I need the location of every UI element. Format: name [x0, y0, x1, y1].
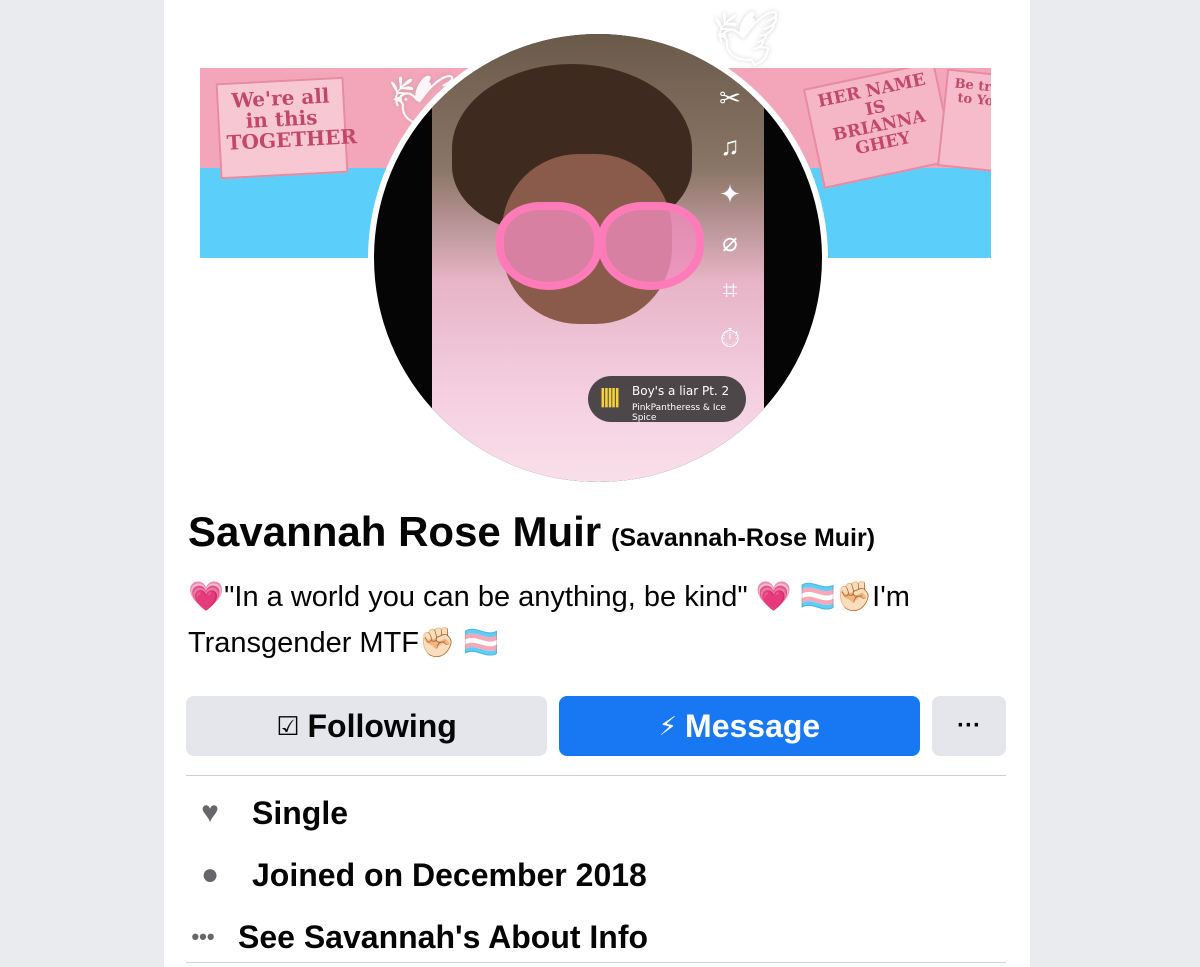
heart-lens-right	[598, 202, 704, 290]
more-icon: ···	[957, 712, 981, 739]
heart-lens-left	[496, 202, 602, 290]
song-title: Boy's a liar Pt. 2	[632, 384, 730, 398]
message-label: Message	[685, 707, 821, 744]
relationship-status: Single	[252, 794, 349, 831]
message-button[interactable]: ⚡ Message	[559, 696, 920, 756]
relationship-row: ♥ Single	[188, 788, 348, 838]
about-info-label: See Savannah's About Info	[238, 918, 649, 955]
music-note-icon: ♫	[720, 131, 740, 161]
story-editor-toolbar: ✂ ♫ ✦ ⌀ ⌗ ⏱	[710, 74, 750, 362]
crop-icon: ⌗	[722, 275, 738, 305]
music-sticker: ||||| Boy's a liar Pt. 2 PinkPantheress …	[588, 376, 746, 423]
ellipsis-icon: •••	[191, 924, 215, 949]
profile-alternate-name: (Savannah-Rose Muir)	[611, 524, 876, 552]
messenger-icon: ⚡	[658, 710, 678, 741]
following-check-icon: ☑	[276, 710, 300, 741]
timer-icon: ⏱	[719, 323, 741, 353]
divider	[186, 962, 1006, 963]
joined-date: Joined on December 2018	[252, 856, 647, 893]
following-label: Following	[307, 707, 457, 744]
bio-line: 💗"In a world you can be anything, be kin…	[188, 581, 910, 613]
joined-row: ● Joined on December 2018	[188, 850, 647, 900]
scissors-icon: ✂	[719, 83, 741, 113]
profile-primary-name: Savannah Rose Muir	[188, 508, 602, 555]
about-info-link[interactable]: ••• See Savannah's About Info	[188, 912, 648, 962]
bio-line: Transgender MTF✊🏻 🏳️‍⚧️	[188, 627, 500, 659]
cover-sign-be-true: Be true to You	[937, 68, 991, 174]
profile-name: Savannah Rose Muir (Savannah-Rose Muir)	[188, 508, 875, 556]
profile-picture-image: ✂ ♫ ✦ ⌀ ⌗ ⏱ ||||| Boy's a liar Pt. 2 Pin…	[374, 34, 822, 482]
profile-page: We're all in this TOGETHER HER NAME IS B…	[164, 0, 1030, 967]
profile-picture[interactable]: ✂ ♫ ✦ ⌀ ⌗ ⏱ ||||| Boy's a liar Pt. 2 Pin…	[368, 28, 828, 488]
paperclip-icon: ⌀	[722, 227, 738, 257]
divider	[186, 775, 1006, 776]
song-artist: PinkPantheress & Ice Spice	[632, 403, 726, 423]
heart-glasses	[496, 202, 704, 290]
following-button[interactable]: ☑ Following	[186, 696, 547, 756]
sparkle-search-icon: ✦	[719, 179, 741, 209]
selfie-photo: ✂ ♫ ✦ ⌀ ⌗ ⏱ ||||| Boy's a liar Pt. 2 Pin…	[432, 34, 764, 482]
more-options-button[interactable]: ···	[932, 696, 1006, 756]
profile-bio: 💗"In a world you can be anything, be kin…	[188, 574, 1008, 666]
cover-sign-together: We're all in this TOGETHER	[215, 76, 357, 180]
clock-icon: ●	[200, 858, 220, 891]
heart-icon: ♥	[201, 796, 219, 829]
audio-bars-icon: |||||	[600, 386, 620, 408]
